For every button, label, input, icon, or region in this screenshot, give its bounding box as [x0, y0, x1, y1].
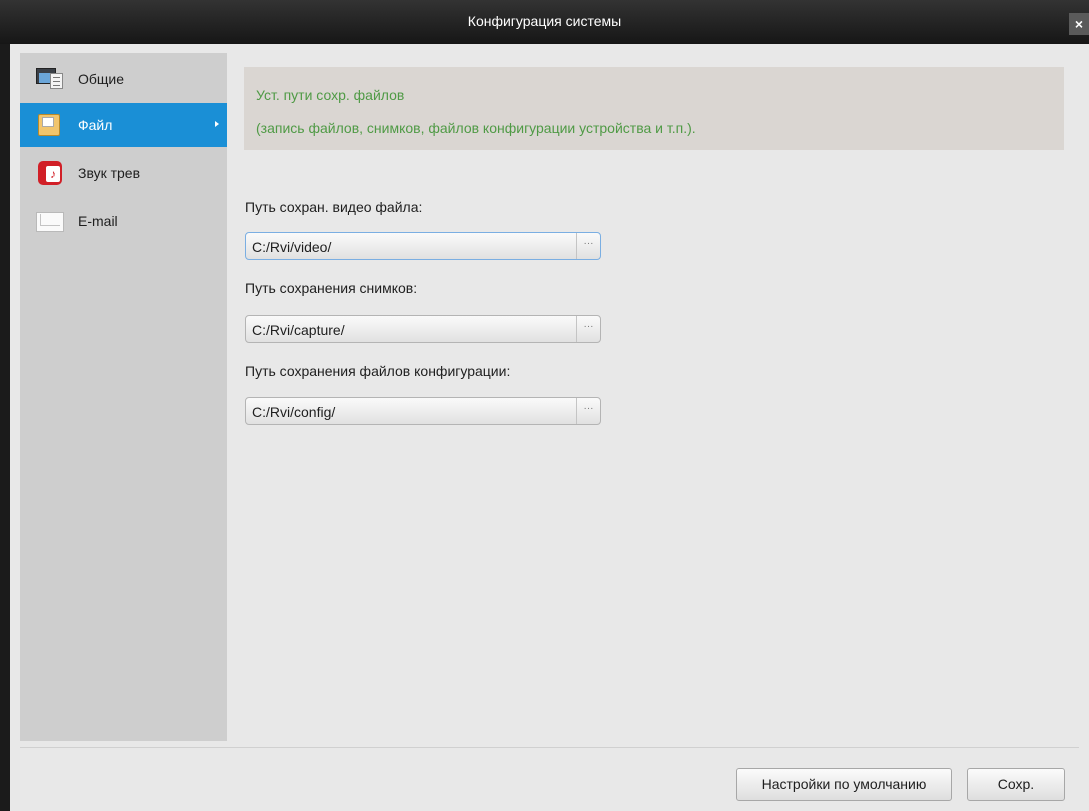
capture-path-value[interactable]: C:/Rvi/capture/	[252, 322, 345, 338]
video-path-field[interactable]: C:/Rvi/video/ ···	[245, 232, 601, 260]
footer-divider	[20, 747, 1079, 748]
capture-path-label: Путь сохранения снимков:	[245, 280, 418, 296]
info-panel: Уст. пути сохр. файлов (запись файлов, с…	[244, 67, 1064, 150]
window-title: Конфигурация системы	[467, 13, 622, 29]
alarm-sound-icon: ♪	[36, 160, 64, 186]
config-path-value[interactable]: C:/Rvi/config/	[252, 404, 335, 420]
browse-button[interactable]: ···	[576, 316, 600, 342]
sidebar-item-file[interactable]: Файл	[20, 103, 227, 147]
save-button[interactable]: Сохр.	[967, 768, 1065, 801]
sidebar-item-label: Общие	[78, 71, 125, 87]
chevron-right-icon	[215, 121, 219, 127]
capture-path-field[interactable]: C:/Rvi/capture/ ···	[245, 315, 601, 343]
title-bar[interactable]: Конфигурация системы ×	[0, 0, 1089, 44]
sidebar-item-email[interactable]: E-mail	[20, 199, 227, 243]
video-path-value[interactable]: C:/Rvi/video/	[252, 239, 331, 255]
close-button[interactable]: ×	[1069, 13, 1089, 35]
file-folder-icon	[36, 112, 64, 138]
video-path-label: Путь сохран. видео файла:	[245, 199, 423, 215]
sidebar-item-general[interactable]: Общие	[20, 57, 227, 101]
browse-button[interactable]: ···	[576, 398, 600, 424]
window-body: Общие Файл ♪ Звук трев E-mail Уст. пути …	[10, 44, 1089, 811]
sidebar: Общие Файл ♪ Звук трев E-mail	[20, 53, 227, 741]
browse-button[interactable]: ···	[576, 233, 600, 259]
general-settings-icon	[36, 66, 64, 92]
info-description: (запись файлов, снимков, файлов конфигур…	[256, 120, 696, 136]
config-path-label: Путь сохранения файлов конфигурации:	[245, 363, 511, 379]
config-window: Конфигурация системы × Общие Файл ♪ Звук…	[0, 0, 1089, 811]
sidebar-item-label: Звук трев	[78, 165, 141, 181]
restore-defaults-button[interactable]: Настройки по умолчанию	[736, 768, 952, 801]
sidebar-item-label: E-mail	[78, 213, 118, 229]
info-heading: Уст. пути сохр. файлов	[256, 87, 405, 103]
email-envelope-icon	[36, 208, 64, 234]
config-path-field[interactable]: C:/Rvi/config/ ···	[245, 397, 601, 425]
sidebar-item-label: Файл	[78, 117, 113, 133]
sidebar-item-alarm-sound[interactable]: ♪ Звук трев	[20, 151, 227, 195]
